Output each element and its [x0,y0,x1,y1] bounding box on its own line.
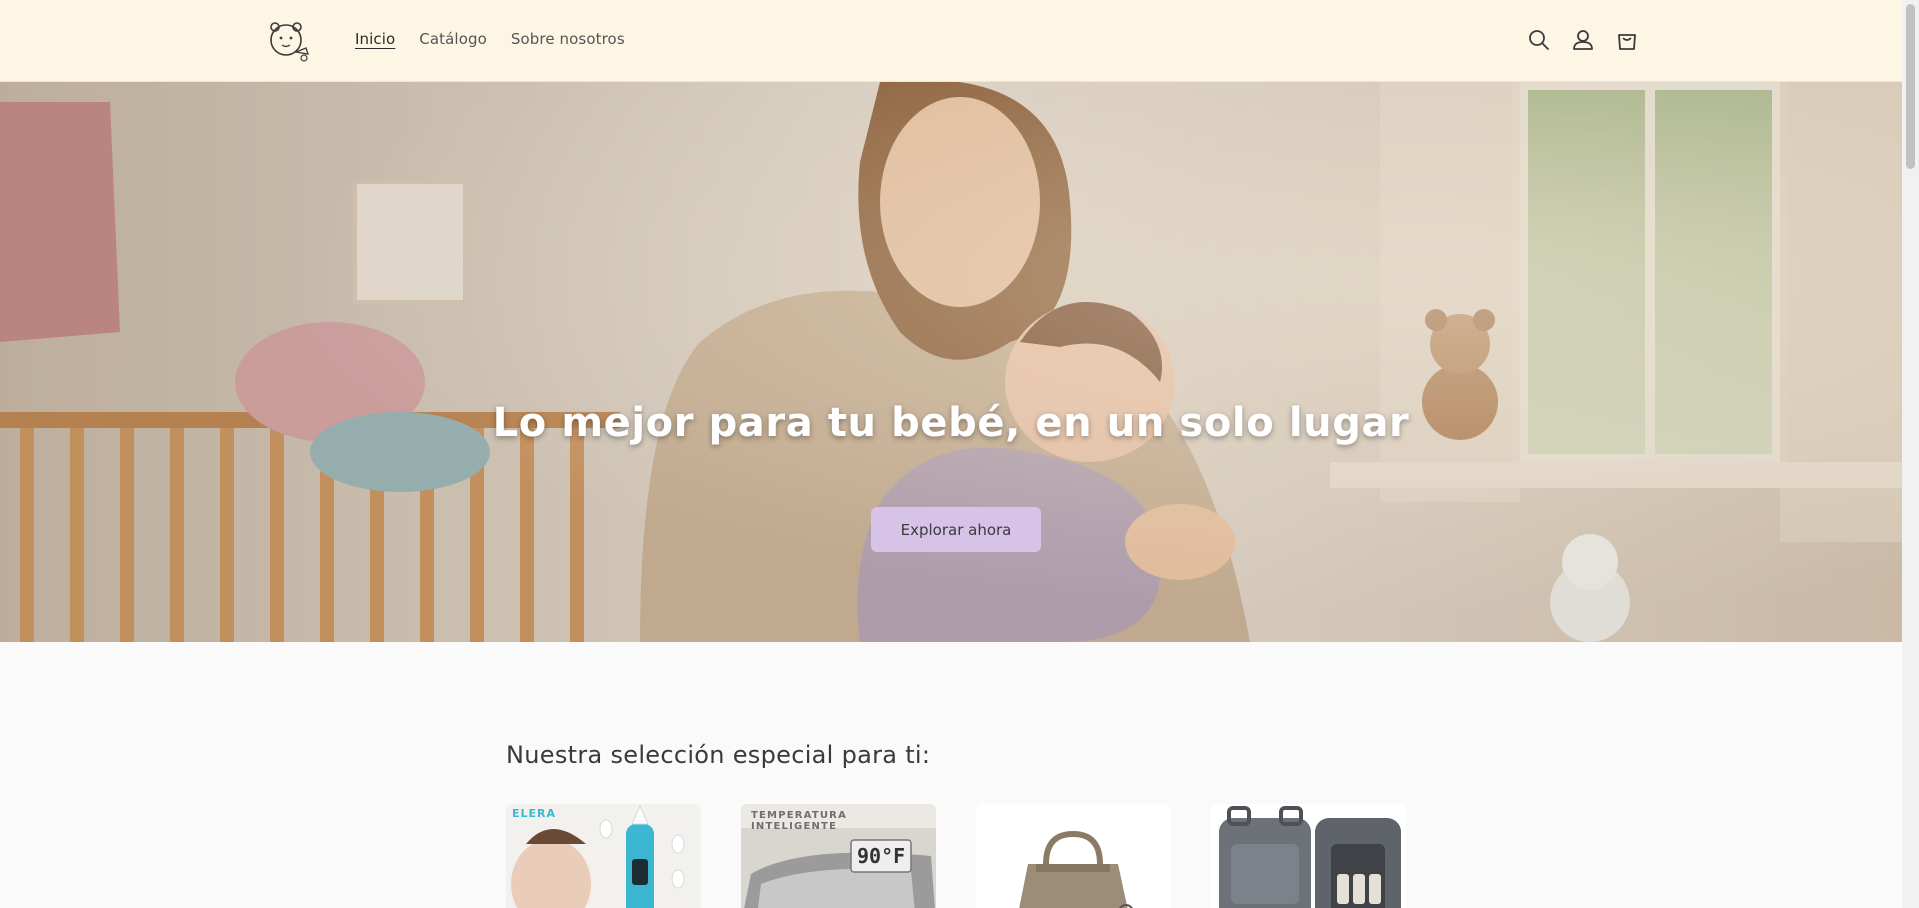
product-banner-label: TEMPERATURA INTELIGENTE [751,810,848,832]
cart-icon[interactable] [1614,27,1640,53]
account-icon[interactable] [1570,27,1596,53]
product-card-diaper-backpack[interactable] [1211,804,1406,908]
nav-link-inicio[interactable]: Inicio [355,30,395,48]
product-image-diaper-bag [976,804,1171,908]
product-brand-label: ELERA [512,807,557,820]
product-image-diaper-backpack [1211,804,1406,908]
baby-bear-logo-icon [270,22,309,62]
search-icon[interactable] [1526,27,1552,53]
site-header: Inicio Catálogo Sobre nosotros [0,0,1902,82]
product-grid: ELERA TEMPERATURA INTELIGENTE 90°F [506,804,1406,908]
main-nav: Inicio Catálogo Sobre nosotros [355,30,625,48]
explore-now-button[interactable]: Explorar ahora [871,507,1041,552]
product-card-nasal-aspirator[interactable]: ELERA [506,804,701,908]
product-card-bathtub[interactable]: TEMPERATURA INTELIGENTE 90°F [741,804,936,908]
scrollbar-thumb[interactable] [1906,4,1915,169]
nav-link-catalogo[interactable]: Catálogo [419,30,487,48]
thermometer-display: 90°F [857,844,906,868]
header-icons [1526,27,1640,53]
hero-image [0,82,1902,642]
logo[interactable] [266,18,314,64]
product-card-diaper-bag[interactable] [976,804,1171,908]
page-scrollbar[interactable] [1902,0,1919,908]
hero-title: Lo mejor para tu bebé, en un solo lugar [492,400,1410,446]
nav-link-sobre-nosotros[interactable]: Sobre nosotros [511,30,625,48]
section-title: Nuestra selección especial para ti: [506,741,931,769]
hero-banner: Lo mejor para tu bebé, en un solo lugar … [0,82,1902,642]
